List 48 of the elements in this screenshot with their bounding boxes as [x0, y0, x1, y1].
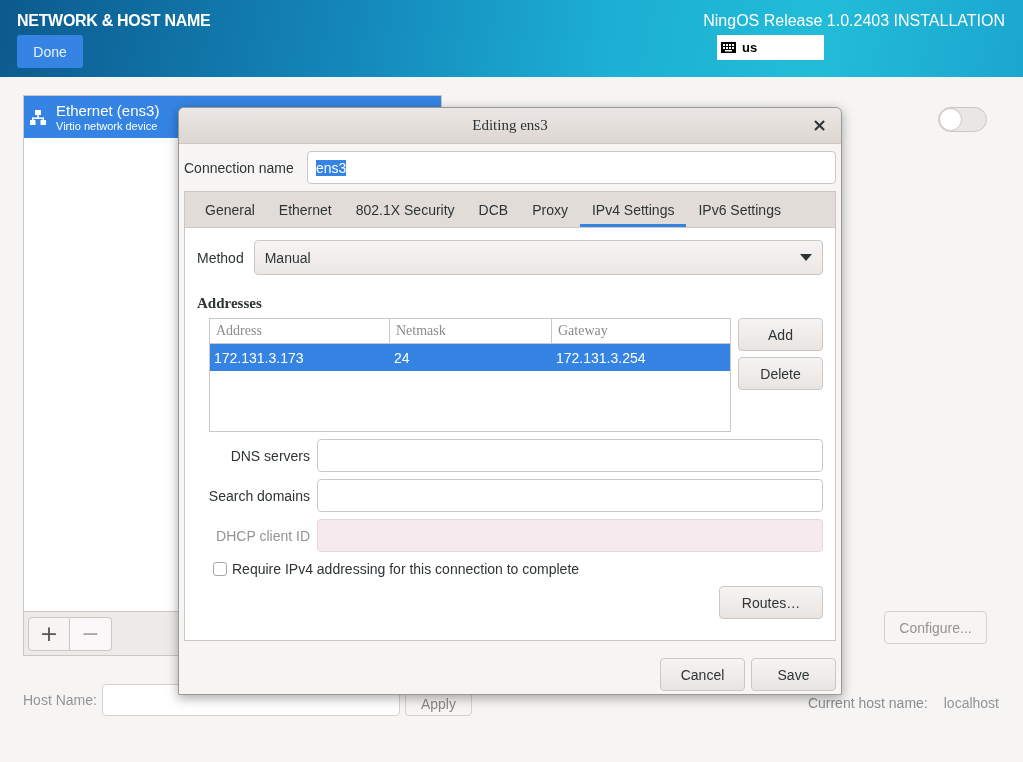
table-cell-text: 172.131.3.173	[213, 349, 305, 366]
tab[interactable]: IPv6 Settings	[686, 192, 793, 227]
column-header: Netmask	[390, 319, 552, 343]
delete-button[interactable]: Delete	[738, 357, 823, 390]
routes-button[interactable]: Routes…	[719, 586, 823, 619]
keyboard-layout-indicator[interactable]: us	[717, 35, 824, 60]
connection-name-value: ens3	[316, 159, 347, 176]
keyboard-icon	[721, 42, 736, 53]
current-host-name-label: Current host name:	[807, 694, 928, 711]
keyboard-layout-text: us	[742, 40, 758, 55]
field-label: Search domains	[207, 487, 310, 504]
dialog-title: Editing ens3	[472, 117, 548, 134]
table-row[interactable]: 172.131.3.173 24 172.131.3.254	[210, 344, 730, 371]
addresses-heading: Addresses	[197, 295, 263, 312]
add-button[interactable]: Add	[738, 318, 823, 351]
column-header: Address	[210, 319, 390, 343]
checkbox[interactable]	[213, 562, 227, 576]
method-dropdown[interactable]: Manual	[253, 240, 823, 275]
close-button[interactable]: ×	[807, 115, 831, 135]
tab[interactable]: 802.1X Security	[343, 192, 467, 227]
add-device-button[interactable]: +	[28, 616, 70, 651]
tab[interactable]: DCB	[466, 192, 521, 227]
current-host-name: localhost	[943, 694, 999, 711]
connection-name-label: Connection name	[184, 159, 295, 176]
checkbox-label: Require IPv4 addressing for this connection to complete	[232, 561, 580, 577]
table-cell-text: 172.131.3.254	[555, 349, 647, 366]
column-header: Gateway	[557, 322, 609, 340]
input-field[interactable]	[317, 479, 823, 512]
toggle-switch[interactable]	[938, 107, 987, 132]
table-cell-text: 24	[393, 349, 411, 366]
tab[interactable]: IPv4 Settings	[579, 192, 687, 227]
device-name: Ethernet (ens3)	[56, 101, 160, 119]
caret-icon	[800, 254, 812, 261]
tab[interactable]: General	[193, 192, 267, 227]
network-icon	[30, 109, 46, 125]
save-button[interactable]: Save	[751, 658, 836, 691]
tab[interactable]: Proxy	[520, 192, 580, 227]
field-label: DHCP client ID	[215, 527, 310, 544]
host-name-label: Host Name:	[23, 692, 97, 708]
product-title: NingOS Release 1.0.2403 INSTALLATION	[703, 12, 1005, 30]
input-field[interactable]	[317, 439, 823, 472]
device-description: Virtio network device	[56, 119, 159, 133]
page-title: NETWORK & HOST NAME	[17, 12, 211, 30]
tab[interactable]: Ethernet	[266, 192, 344, 227]
connection-name-field[interactable]: ens3	[307, 151, 836, 184]
method-label: Method	[197, 249, 244, 266]
cancel-button[interactable]: Cancel	[660, 658, 745, 691]
field-label: DNS servers	[229, 447, 310, 464]
